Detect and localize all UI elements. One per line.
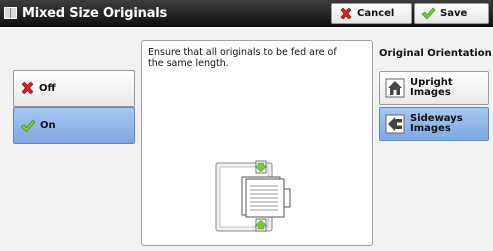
off-label: Off	[39, 83, 56, 94]
cancel-button[interactable]: Cancel	[331, 3, 412, 24]
red-x-icon	[20, 81, 35, 96]
mixed-size-feeder-illustration	[212, 157, 292, 237]
save-label: Save	[440, 8, 468, 19]
upright-images-label: Upright Images	[410, 77, 453, 98]
original-orientation-heading: Original Orientation	[379, 48, 492, 59]
info-panel: Ensure that all originals to be fed are …	[141, 40, 373, 246]
green-check-icon	[421, 7, 436, 20]
sideways-images-label: Sideways Images	[410, 113, 463, 134]
mixed-size-icon	[4, 7, 17, 19]
info-message: Ensure that all originals to be fed are …	[148, 47, 337, 69]
upright-house-icon	[385, 78, 405, 98]
off-button[interactable]: Off	[13, 70, 135, 107]
on-button[interactable]: On	[13, 107, 135, 144]
title-bar: Mixed Size Originals Cancel Save	[0, 0, 493, 27]
save-button[interactable]: Save	[414, 3, 489, 24]
upright-images-button[interactable]: Upright Images	[379, 71, 489, 105]
on-label: On	[40, 120, 56, 131]
page-title: Mixed Size Originals	[22, 6, 168, 21]
red-x-icon	[339, 7, 353, 21]
sideways-house-icon	[385, 114, 405, 134]
green-check-icon	[20, 119, 36, 133]
sideways-images-button[interactable]: Sideways Images	[379, 107, 489, 141]
cancel-label: Cancel	[357, 8, 395, 19]
